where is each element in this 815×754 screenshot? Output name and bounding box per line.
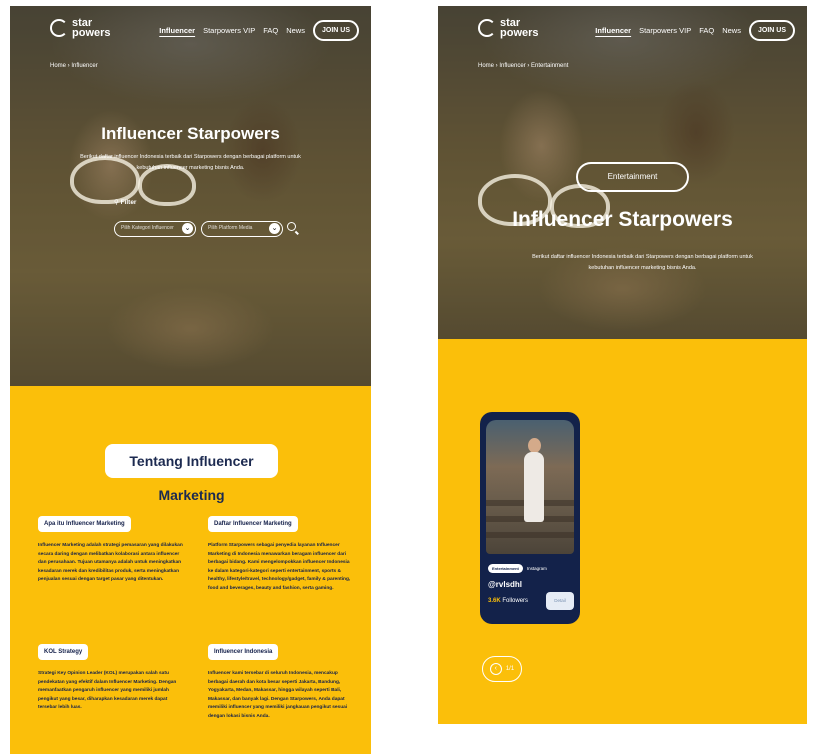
card-text: Strategi Key Opinion Leader (KOL) merupa… <box>38 671 177 711</box>
card-text: Influencer kami tersebar di seluruh Indo… <box>208 671 348 719</box>
nav-starpowers-vip[interactable]: Starpowers VIP <box>639 26 691 35</box>
page-description: Berikut daftar influencer Indonesia terb… <box>532 254 753 271</box>
influencer-photo <box>486 420 574 554</box>
info-card-daftar: Daftar Influencer Marketing Platform Sta… <box>208 512 353 594</box>
logo-icon <box>478 19 496 37</box>
search-icon[interactable] <box>287 222 296 231</box>
nav-starpowers-vip[interactable]: Starpowers VIP <box>203 26 255 35</box>
prev-page-button[interactable]: ‹ <box>489 663 502 675</box>
follower-count: 3.6K Followers <box>488 598 529 604</box>
listing-page-screenshot: star powers Influencer Starpowers VIP FA… <box>10 6 371 754</box>
nav-influencer[interactable]: Influencer <box>595 26 631 35</box>
navbar: star powers Influencer Starpowers VIP FA… <box>438 18 807 48</box>
info-card-indonesia: Influencer Indonesia Influencer kami ter… <box>208 640 353 722</box>
category-select[interactable]: Pilih Kategori Influencer ⌄ <box>114 221 196 237</box>
nav-news[interactable]: News <box>722 26 741 35</box>
page-indicator: 1/1 <box>505 666 515 672</box>
card-text: Influencer Marketing adalah strategi pem… <box>38 543 183 583</box>
category-pill[interactable]: Entertainment <box>576 162 689 192</box>
info-card-kol: KOL Strategy Strategi Key Opinion Leader… <box>38 640 183 713</box>
hero-section: star powers Influencer Starpowers VIP FA… <box>438 6 807 339</box>
breadcrumb[interactable]: Home › Influencer <box>50 63 98 69</box>
card-title: Influencer Indonesia <box>208 644 279 660</box>
nav-faq[interactable]: FAQ <box>263 26 278 35</box>
category-tag: Entertainment <box>488 564 523 573</box>
logo[interactable]: star powers <box>50 18 112 39</box>
join-us-button[interactable]: JOIN US <box>312 20 359 41</box>
nav-news[interactable]: News <box>286 26 305 35</box>
card-title: Daftar Influencer Marketing <box>208 516 298 532</box>
info-card-what-is: Apa itu Influencer Marketing Influencer … <box>38 512 183 585</box>
chevron-down-icon: ⌄ <box>269 223 280 234</box>
filter-label[interactable]: ⚲ Filter <box>114 198 136 206</box>
pagination: ‹ 1/1 <box>482 656 522 682</box>
logo[interactable]: star powers <box>478 18 540 39</box>
navbar: star powers Influencer Starpowers VIP FA… <box>10 18 371 48</box>
card-title: KOL Strategy <box>38 644 89 660</box>
hero-section: star powers Influencer Starpowers VIP FA… <box>10 6 371 386</box>
detail-button[interactable]: Detail <box>546 592 574 610</box>
section-title: Tentang Influencer Marketing <box>105 444 278 503</box>
page-title: Influencer Starpowers <box>101 124 280 143</box>
influencer-handle: @rvlsdhl <box>488 580 523 589</box>
card-text: Platform Starpowers sebagai penyedia lay… <box>208 543 351 591</box>
chevron-down-icon: ⌄ <box>182 223 193 234</box>
page-title: Influencer Starpowers <box>512 208 733 231</box>
nav-influencer[interactable]: Influencer <box>159 26 195 35</box>
breadcrumb[interactable]: Home › Influencer › Entertainment <box>478 63 568 69</box>
category-page-screenshot: star powers Influencer Starpowers VIP FA… <box>438 6 807 724</box>
nav-faq[interactable]: FAQ <box>699 26 714 35</box>
page-description: Berikut daftar influencer Indonesia terb… <box>80 154 301 171</box>
logo-icon <box>50 19 68 37</box>
card-title: Apa itu Influencer Marketing <box>38 516 131 532</box>
platform-select[interactable]: Pilih Platform Media ⌄ <box>201 221 283 237</box>
influencer-card[interactable]: Entertainment Instagram @rvlsdhl 3.6K Fo… <box>480 412 580 624</box>
join-us-button[interactable]: JOIN US <box>748 20 795 41</box>
platform-label: Instagram <box>526 566 547 571</box>
